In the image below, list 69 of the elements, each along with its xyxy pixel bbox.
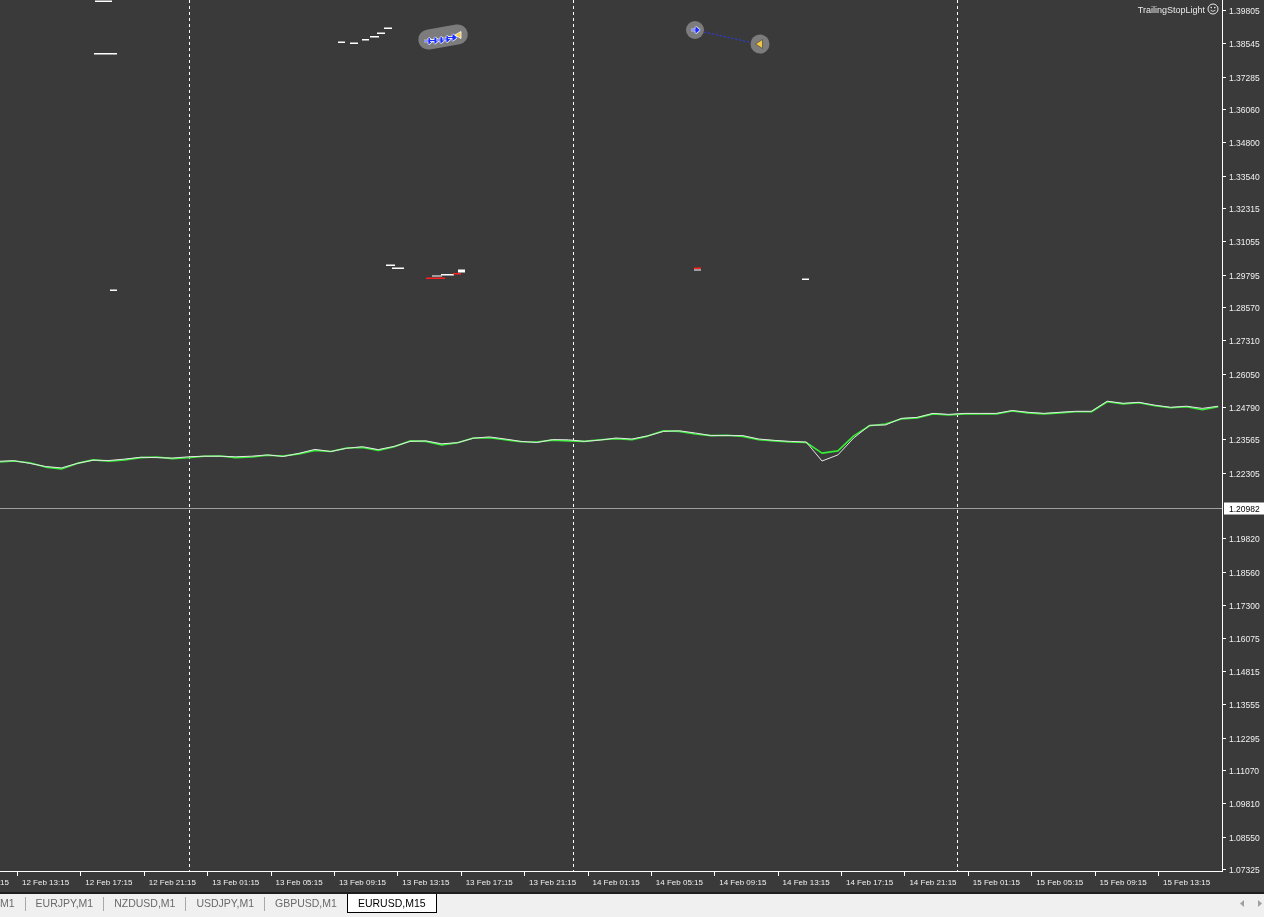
triangle-marker-icon (750, 34, 770, 54)
ref-line-label: 1.20982 (1229, 503, 1260, 514)
time-label: 13 Feb 17:15 (465, 878, 513, 887)
chart-tab[interactable]: NZDUSD,M1 (104, 894, 186, 913)
time-label: 13 Feb 13:15 (402, 878, 450, 887)
time-label: 14 Feb 01:15 (592, 878, 640, 887)
scroll-right-icon[interactable] (1258, 900, 1262, 907)
chart-tab[interactable]: M1 (0, 894, 25, 913)
time-label: 14 Feb 21:15 (909, 878, 957, 887)
time-label: 13 Feb 05:15 (275, 878, 323, 887)
time-label: 15 Feb 09:15 (1099, 878, 1147, 887)
chart-tab[interactable]: EURJPY,M1 (25, 894, 104, 913)
price-label: 1.18560 (1229, 567, 1260, 578)
price-label: 1.16075 (1229, 633, 1260, 644)
chart-tab[interactable]: USDJPY,M1 (186, 894, 264, 913)
time-label: 12 Feb 21:15 (148, 878, 196, 887)
arrow-marker-icon (686, 21, 704, 39)
time-label: 14 Feb 09:15 (719, 878, 767, 887)
dash-markers-icon (386, 264, 404, 269)
time-label: 12 Feb 13:15 (21, 878, 70, 887)
price-label: 1.38545 (1229, 38, 1260, 49)
time-label: 15 (0, 878, 9, 887)
price-label: 1.24790 (1229, 402, 1260, 413)
dash-markers-icon (694, 267, 701, 271)
scroll-left-icon[interactable] (1240, 900, 1244, 907)
price-label: 1.08550 (1229, 832, 1260, 843)
time-label: 15 Feb 01:15 (972, 878, 1020, 887)
dash-marker-icon (110, 289, 117, 291)
price-label: 1.14815 (1229, 666, 1260, 677)
price-label: 1.26050 (1229, 369, 1260, 380)
price-label: 1.37285 (1229, 72, 1260, 83)
price-label: 1.22305 (1229, 468, 1260, 479)
price-label: 1.39805 (1229, 5, 1260, 16)
price-label: 1.33540 (1229, 171, 1260, 182)
chart-tab[interactable]: GBPUSD,M1 (265, 894, 347, 913)
smiley-icon (1207, 3, 1219, 15)
chart-tab[interactable]: EURUSD,M15 (346, 894, 437, 913)
price-label: 1.12295 (1229, 733, 1260, 744)
dash-markers-icon (426, 269, 465, 279)
price-label: 1.07325 (1229, 864, 1260, 875)
dotted-connector-line (703, 31, 752, 43)
current-price-label: 1.20982 (1224, 502, 1264, 515)
dash-marker-icon (94, 53, 117, 55)
dash-marker-icon (802, 278, 809, 280)
time-label: 14 Feb 05:15 (655, 878, 703, 887)
price-label: 1.23565 (1229, 434, 1260, 445)
price-label: 1.09810 (1229, 798, 1260, 809)
price-label: 1.19820 (1229, 533, 1260, 544)
price-label: 1.27310 (1229, 335, 1260, 346)
indicator-label: TrailingStopLight (1137, 4, 1205, 15)
time-label: 13 Feb 01:15 (212, 878, 260, 887)
price-label: 1.17300 (1229, 600, 1260, 611)
time-label: 15 Feb 05:15 (1036, 878, 1084, 887)
price-label: 1.28570 (1229, 302, 1260, 313)
price-label: 1.13555 (1229, 699, 1260, 710)
time-label: 14 Feb 13:15 (782, 878, 830, 887)
price-label: 1.29795 (1229, 270, 1260, 281)
time-label: 13 Feb 09:15 (338, 878, 387, 887)
price-label: 1.31055 (1229, 236, 1260, 247)
dash-marker-icon (95, 0, 112, 2)
time-label: 12 Feb 17:15 (85, 878, 133, 887)
price-label: 1.32315 (1229, 203, 1260, 214)
dash-markers-icon (338, 27, 392, 44)
time-label: 14 Feb 17:15 (846, 878, 894, 887)
price-label: 1.11070 (1229, 765, 1260, 776)
time-label: 13 Feb 21:15 (529, 878, 577, 887)
time-label: 15 Feb 13:15 (1162, 878, 1211, 887)
price-label: 1.34800 (1229, 137, 1260, 148)
price-label: 1.36060 (1229, 104, 1260, 115)
